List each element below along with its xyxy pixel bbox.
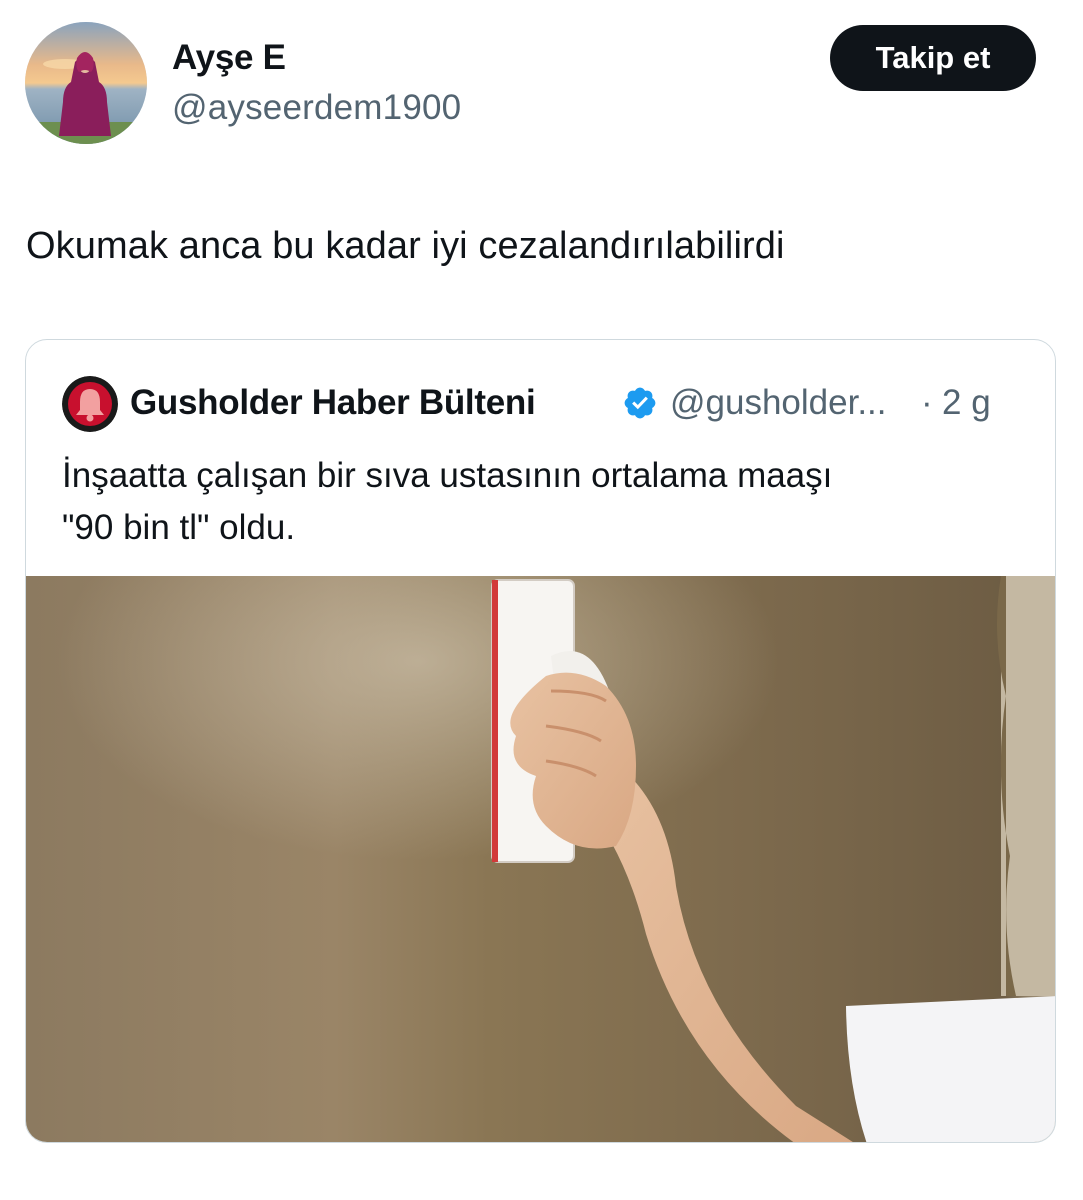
quoted-timestamp[interactable]: 2 g xyxy=(942,383,991,423)
meta-separator: · xyxy=(921,383,933,422)
tweet-card: Ayşe E @ayseerdem1900 Takip et Okumak an… xyxy=(0,0,1083,1200)
author-avatar[interactable] xyxy=(25,22,147,144)
author-display-name[interactable]: Ayşe E xyxy=(172,38,286,78)
quoted-tweet[interactable]: Gusholder Haber Bülteni @gusholder... · … xyxy=(25,339,1056,1143)
author-handle[interactable]: @ayseerdem1900 xyxy=(172,88,461,128)
quoted-tweet-image[interactable] xyxy=(26,576,1055,1142)
quoted-text-line-2: "90 bin tl" oldu. xyxy=(62,508,296,547)
follow-button[interactable]: Takip et xyxy=(830,25,1036,91)
quoted-display-name[interactable]: Gusholder Haber Bülteni xyxy=(130,383,536,423)
tweet-text: Okumak anca bu kadar iyi cezalandırılabi… xyxy=(26,225,785,267)
quoted-tweet-text: İnşaatta çalışan bir sıva ustasının orta… xyxy=(62,450,1022,554)
quoted-text-line-1: İnşaatta çalışan bir sıva ustasının orta… xyxy=(62,456,833,495)
quoted-author-avatar[interactable] xyxy=(62,376,118,432)
quoted-handle[interactable]: @gusholder... xyxy=(670,383,887,423)
verified-badge-icon xyxy=(624,387,656,419)
